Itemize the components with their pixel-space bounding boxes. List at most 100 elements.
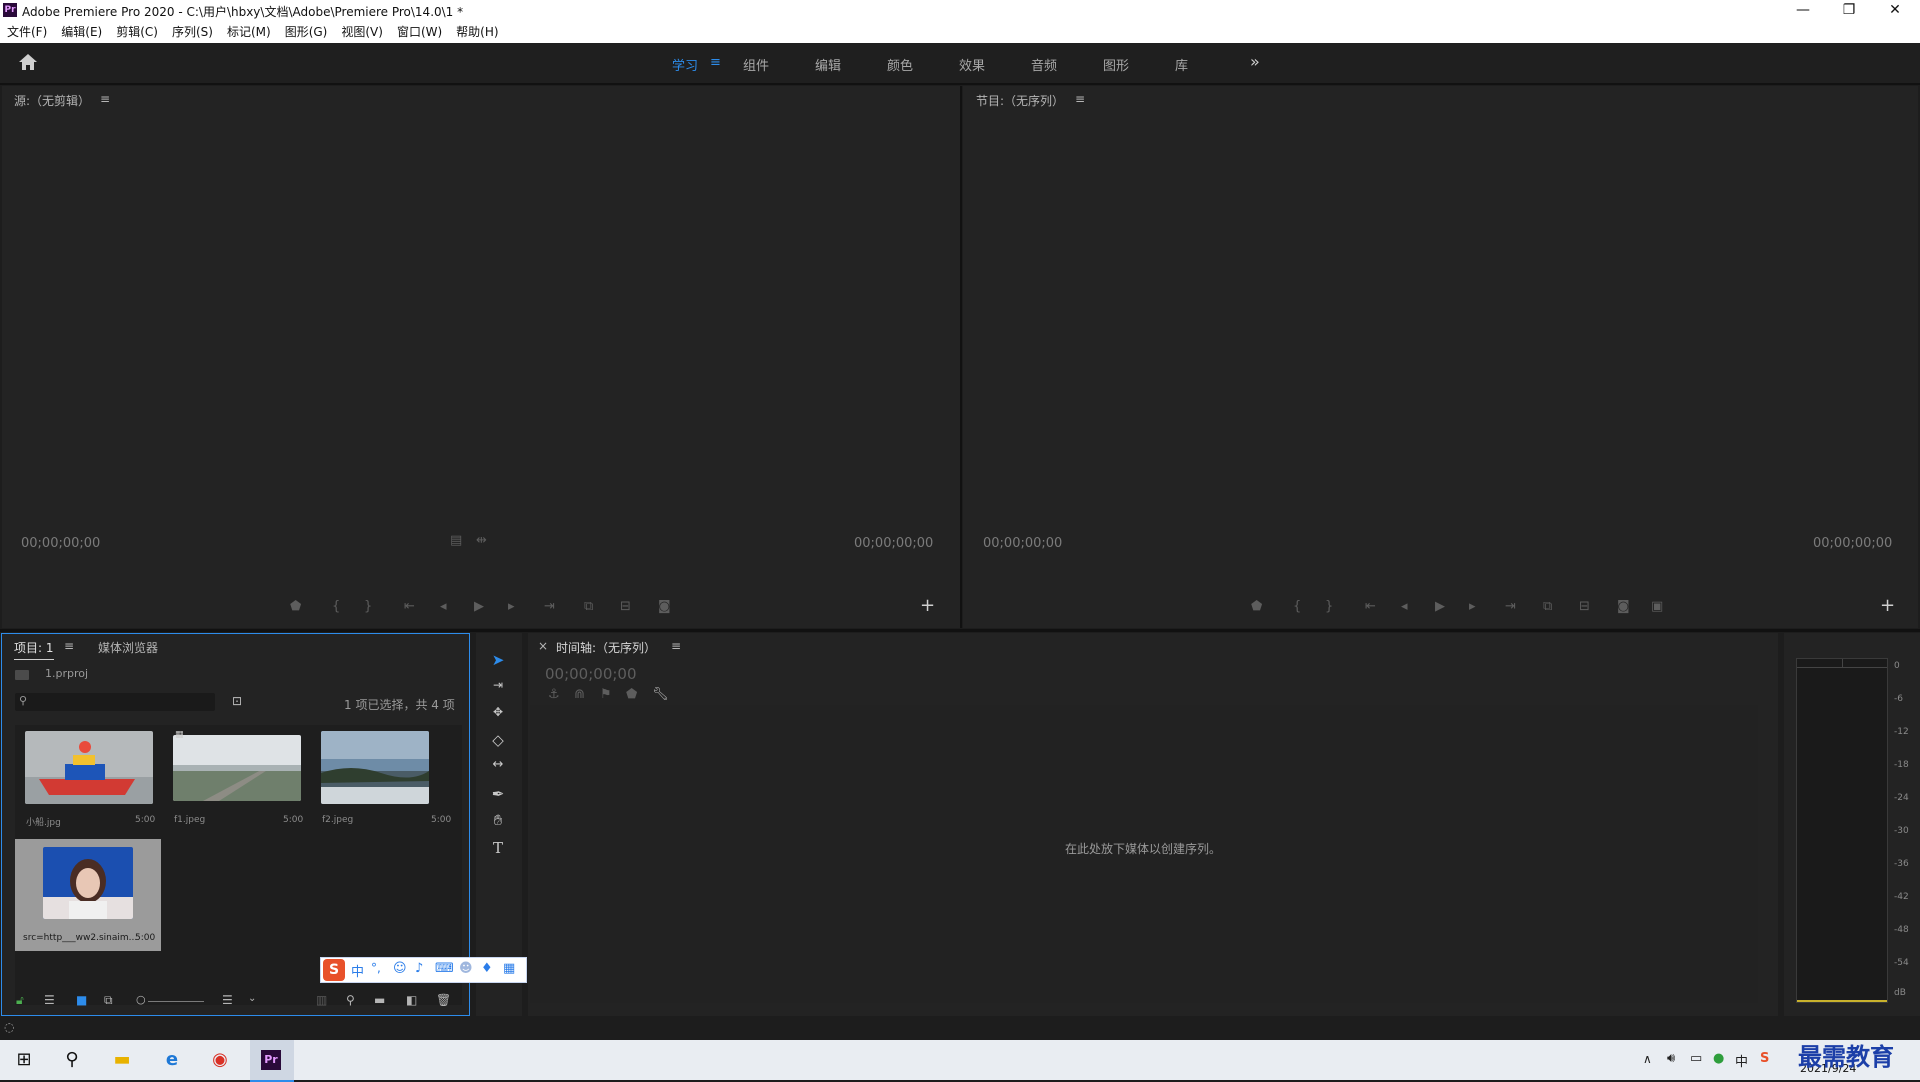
search-icon[interactable]: ⚲	[52, 1046, 92, 1074]
timeline-timecode[interactable]: 00;00;00;00	[545, 665, 637, 683]
security-icon[interactable]: ●	[1713, 1051, 1724, 1066]
mark-out-icon[interactable]: }	[1325, 599, 1333, 614]
extract-icon[interactable]: ⊟	[1579, 599, 1590, 614]
workspace-tab-learn[interactable]: 学习	[672, 55, 698, 74]
source-add-button[interactable]: +	[920, 595, 935, 616]
zoom-slider-handle[interactable]: ○	[136, 993, 146, 1006]
ripple-edit-tool-icon[interactable]: ✥	[486, 705, 510, 719]
user-icon[interactable]: ☻	[459, 961, 473, 976]
workspace-tab-graphics[interactable]: 图形	[1103, 55, 1129, 74]
keyboard-icon[interactable]: ⌨	[435, 961, 454, 976]
menu-file[interactable]: 文件(F)	[0, 21, 54, 43]
file-explorer-icon[interactable]: ▬	[102, 1046, 142, 1074]
skin-icon[interactable]: ♦	[481, 961, 493, 976]
go-to-out-icon[interactable]: ⇥	[544, 599, 555, 614]
source-panel-menu-icon[interactable]: ≡	[100, 92, 110, 106]
go-to-out-icon[interactable]: ⇥	[1505, 599, 1516, 614]
insert-icon[interactable]: ⧉	[584, 599, 593, 614]
network-icon[interactable]: ▭	[1690, 1051, 1702, 1066]
ime-mode-label[interactable]: 中	[351, 961, 364, 980]
menu-marker[interactable]: 标记(M)	[220, 21, 278, 43]
step-forward-icon[interactable]: ▸	[1469, 599, 1476, 614]
microphone-icon[interactable]: ♪	[415, 961, 423, 976]
timeline-menu-icon[interactable]: ≡	[671, 639, 681, 653]
go-to-in-icon[interactable]: ⇤	[404, 599, 415, 614]
razor-tool-icon[interactable]: ◇	[486, 731, 510, 749]
tab-project[interactable]: 项目: 1	[14, 639, 54, 660]
workspace-tab-assembly[interactable]: 组件	[743, 55, 769, 74]
play-icon[interactable]: ▶	[1435, 599, 1445, 614]
project-panel-menu-icon[interactable]: ≡	[64, 639, 74, 653]
icon-view-icon[interactable]: ■	[76, 993, 87, 1007]
add-marker-icon[interactable]: ⬟	[290, 599, 301, 614]
home-icon[interactable]	[18, 53, 38, 71]
sogou-logo-icon[interactable]: S	[323, 959, 345, 981]
source-timecode-left[interactable]: 00;00;00;00	[21, 536, 100, 551]
workspace-tab-audio[interactable]: 音频	[1031, 55, 1057, 74]
program-add-button[interactable]: +	[1880, 595, 1895, 616]
add-marker-icon[interactable]: ⬟	[1251, 599, 1262, 614]
workspace-overflow-button[interactable]: »	[1250, 52, 1260, 71]
menu-sequence[interactable]: 序列(S)	[165, 21, 220, 43]
workspace-tab-color[interactable]: 颜色	[887, 55, 913, 74]
track-select-tool-icon[interactable]: ⇥	[486, 678, 510, 692]
timeline-title[interactable]: 时间轴:（无序列）	[556, 639, 656, 656]
menu-clip[interactable]: 剪辑(C)	[109, 21, 165, 43]
timeline-track-area[interactable]: 在此处放下媒体以创建序列。	[530, 705, 1758, 1003]
automate-to-sequence-icon[interactable]: ▥	[316, 993, 327, 1007]
input-method-icon[interactable]: 中	[1735, 1051, 1748, 1070]
workspace-tab-libraries[interactable]: 库	[1175, 55, 1188, 74]
type-tool-icon[interactable]: T	[486, 839, 510, 857]
step-forward-icon[interactable]: ▸	[508, 599, 515, 614]
find-icon[interactable]: ⚲	[346, 993, 355, 1007]
linked-selection-icon[interactable]: ⋒	[574, 687, 585, 702]
minimize-button[interactable]: —	[1780, 0, 1826, 21]
new-item-icon[interactable]: ◧	[406, 993, 417, 1007]
compare-view-icon[interactable]: ▣	[1651, 599, 1663, 614]
list-view-icon[interactable]: ☰	[44, 993, 55, 1007]
workspace-tab-editing[interactable]: 编辑	[815, 55, 841, 74]
new-search-bin-icon[interactable]: ⊡	[232, 694, 242, 708]
restore-button[interactable]: ❐	[1826, 0, 1872, 21]
punctuation-icon[interactable]: °,	[371, 961, 381, 975]
workspace-tab-effects[interactable]: 效果	[959, 55, 985, 74]
mark-in-icon[interactable]: {	[332, 599, 340, 614]
project-item-f2[interactable]: f2.jpeg 5:00	[313, 725, 456, 833]
wrench-icon[interactable]: 🔧︎	[652, 687, 669, 702]
menu-view[interactable]: 视图(V)	[334, 21, 390, 43]
chevron-down-icon[interactable]: ⌄	[248, 993, 256, 1004]
go-to-in-icon[interactable]: ⇤	[1365, 599, 1376, 614]
overwrite-icon[interactable]: ⊟	[620, 599, 631, 614]
menu-edit[interactable]: 编辑(E)	[54, 21, 109, 43]
slip-tool-icon[interactable]: ↔	[486, 757, 510, 772]
fit-icon[interactable]: ▤	[450, 533, 462, 548]
lift-icon[interactable]: ⧉	[1543, 599, 1552, 614]
emoji-icon[interactable]: ☺	[393, 961, 407, 976]
tab-media-browser[interactable]: 媒体浏览器	[98, 639, 158, 656]
edge-browser-icon[interactable]: e	[152, 1046, 192, 1074]
camera-icon[interactable]: ◙	[1617, 599, 1630, 614]
hand-tool-icon[interactable]: ✋︎	[486, 811, 510, 829]
close-button[interactable]: ✕	[1872, 0, 1918, 21]
premiere-taskbar-button[interactable]: Pr	[250, 1040, 294, 1082]
tray-chevron-icon[interactable]: ∧	[1643, 1052, 1652, 1066]
workspace-menu-icon[interactable]: ≡	[710, 55, 721, 70]
volume-icon[interactable]: 🔊︎	[1667, 1051, 1675, 1066]
sogou-tray-icon[interactable]: S	[1760, 1051, 1769, 1066]
snap-icon[interactable]: ⚓︎	[548, 687, 560, 702]
zoom-slider-track[interactable]	[148, 1001, 204, 1002]
panel-divider-horizontal[interactable]	[0, 629, 1920, 632]
selection-tool-icon[interactable]: ➤	[486, 651, 510, 669]
source-monitor-title[interactable]: 源:（无剪辑）	[14, 92, 90, 109]
menu-window[interactable]: 窗口(W)	[390, 21, 449, 43]
program-timecode-left[interactable]: 00;00;00;00	[983, 536, 1062, 551]
toolbox-icon[interactable]: ▦	[503, 961, 515, 976]
timeline-close-button[interactable]: ×	[538, 639, 548, 653]
freeform-view-icon[interactable]: ⧉	[104, 993, 113, 1008]
lock-icon[interactable]: 🔓︎	[16, 993, 24, 1008]
search-input[interactable]: ⚲	[15, 693, 215, 711]
program-panel-menu-icon[interactable]: ≡	[1075, 92, 1085, 106]
panel-divider[interactable]	[960, 86, 962, 628]
sort-icon[interactable]: ☰	[222, 993, 233, 1007]
camera-icon[interactable]: ◙	[658, 599, 671, 614]
